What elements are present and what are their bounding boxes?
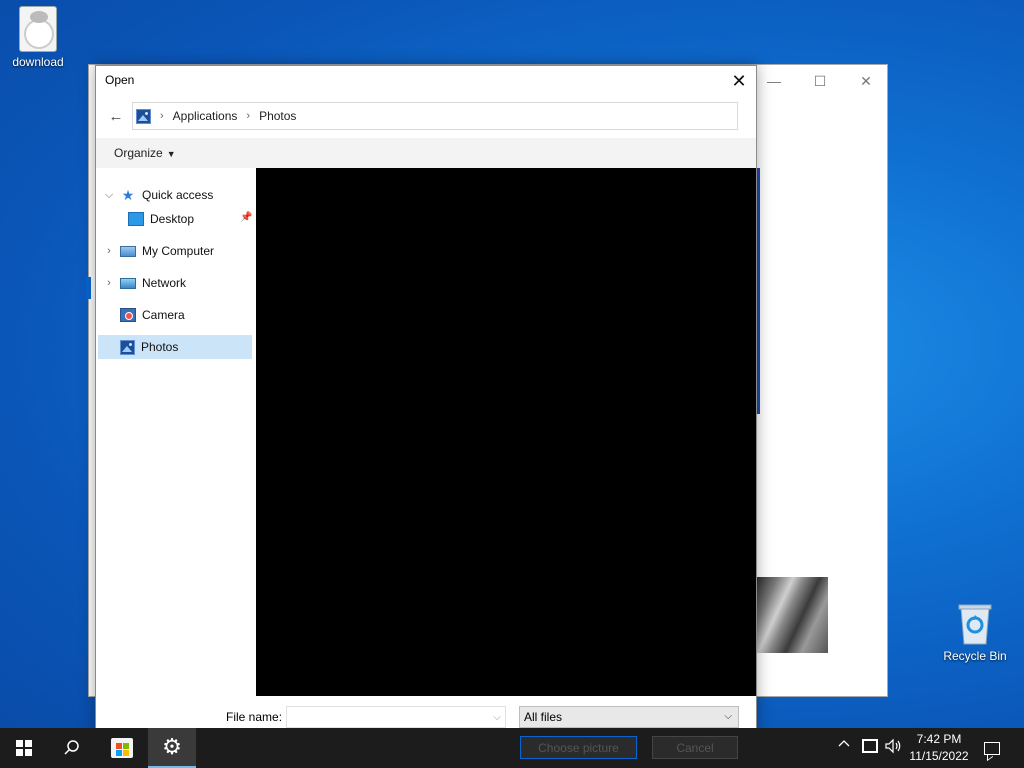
nav-item-label: Network [142, 276, 187, 290]
close-icon[interactable]: ✕ [722, 66, 756, 96]
network-tray-icon[interactable] [862, 739, 878, 753]
file-type-select[interactable]: All files ⌵ [519, 706, 739, 728]
organize-button[interactable]: Organize ▼ [114, 146, 176, 160]
search-icon[interactable] [48, 728, 96, 768]
image-file-icon [19, 6, 57, 52]
camera-icon [120, 308, 136, 322]
dialog-toolbar: Organize ▼ [96, 138, 756, 168]
desktop-icon-label: download [12, 55, 64, 69]
pin-icon[interactable]: 📌 [240, 212, 252, 223]
photos-icon [120, 339, 135, 355]
open-file-dialog: Open ✕ ← › Applications › Photos Organiz… [95, 65, 757, 737]
nav-item-label: Desktop [150, 212, 195, 226]
start-button[interactable] [0, 728, 48, 768]
chevron-right-icon[interactable]: › [104, 245, 114, 257]
desktop-icon [128, 212, 144, 226]
nav-item-label: Photos [141, 340, 179, 354]
taskbar: ⚙ 7:42 PM 11/15/2022 [0, 728, 1024, 768]
desktop-icon-download[interactable]: download [0, 6, 76, 69]
close-icon[interactable]: ✕ [851, 71, 881, 91]
nav-item-label: Quick access [142, 188, 214, 202]
notification-icon[interactable] [978, 736, 1006, 760]
windows-logo-icon [16, 740, 32, 756]
chevron-down-icon[interactable]: ⌵ [104, 189, 114, 202]
nav-item-photos[interactable]: Photos [98, 335, 252, 359]
address-bar[interactable]: › Applications › Photos [132, 102, 738, 130]
maximize-icon[interactable]: ☐ [805, 71, 835, 91]
minimize-icon[interactable]: — [759, 71, 789, 91]
recycle-bin-icon [957, 602, 993, 646]
back-arrow-icon[interactable]: ← [105, 106, 127, 126]
gear-icon: ⚙ [162, 734, 182, 759]
dialog-title: Open [105, 73, 135, 87]
settings-app-button[interactable]: ⚙ [148, 728, 196, 768]
organize-label: Organize [114, 146, 163, 160]
file-list-area[interactable] [256, 168, 756, 696]
navigation-pane: ⌵ ★ Quick access Desktop 📌 › My Computer… [96, 168, 256, 696]
nav-item-quick-access[interactable]: ⌵ ★ Quick access [105, 183, 250, 207]
chevron-down-icon[interactable]: ⌵ [489, 707, 505, 727]
cancel-button[interactable]: Cancel [652, 736, 738, 759]
file-name-input[interactable] [286, 706, 506, 728]
nav-item-network[interactable]: › Network [107, 271, 250, 295]
clock-time: 7:42 PM [916, 732, 962, 746]
desktop-icon-label: Recycle Bin [943, 649, 1007, 663]
nav-item-my-computer[interactable]: › My Computer [107, 239, 250, 263]
window-accent-strip [86, 277, 91, 299]
nav-item-camera[interactable]: Camera [120, 303, 250, 327]
nav-item-desktop[interactable]: Desktop 📌 [128, 207, 254, 231]
network-icon [120, 277, 136, 289]
file-name-label: File name: [226, 710, 283, 724]
volume-icon[interactable] [884, 737, 902, 759]
store-icon [111, 738, 133, 758]
chevron-right-icon[interactable]: › [104, 277, 114, 289]
desktop-icon-recycle-bin[interactable]: Recycle Bin [937, 602, 1013, 663]
choose-picture-button[interactable]: Choose picture [520, 736, 637, 759]
nav-item-label: My Computer [142, 244, 215, 258]
breadcrumb-separator: › [246, 110, 251, 122]
chevron-up-icon[interactable] [838, 738, 850, 753]
background-photo-thumbnail [756, 577, 828, 653]
breadcrumb-applications[interactable]: Applications [173, 109, 238, 123]
clock-date: 11/15/2022 [909, 749, 969, 763]
background-image-edge [757, 168, 760, 414]
chevron-down-icon: ⌵ [724, 711, 732, 722]
clock[interactable]: 7:42 PM 11/15/2022 [906, 731, 972, 765]
store-app-button[interactable] [98, 728, 146, 768]
photos-icon [136, 108, 151, 124]
breadcrumb-photos[interactable]: Photos [259, 109, 296, 123]
file-type-value: All files [524, 710, 563, 724]
computer-icon [120, 245, 136, 257]
breadcrumb-separator: › [160, 110, 164, 122]
caret-down-icon: ▼ [166, 149, 176, 159]
star-icon: ★ [121, 187, 135, 203]
nav-item-label: Camera [142, 308, 185, 322]
